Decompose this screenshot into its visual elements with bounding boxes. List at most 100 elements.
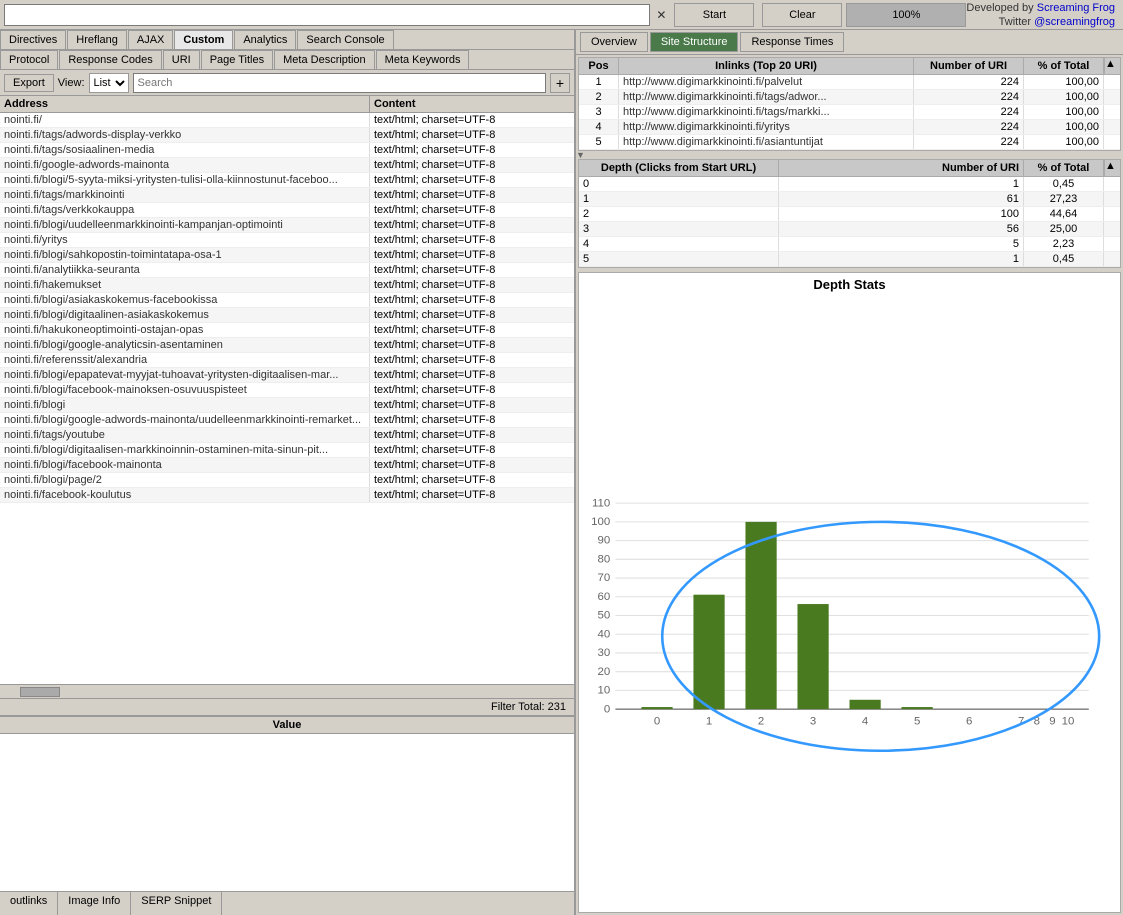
table-row[interactable]: nointi.fi/blogi/asiakaskokemus-facebooki… xyxy=(0,293,574,308)
table-row[interactable]: nointi.fi/hakemuksettext/html; charset=U… xyxy=(0,278,574,293)
clear-button[interactable]: Clear xyxy=(762,3,842,27)
table-row[interactable]: nointi.fi/blogi/sahkopostin-toimintatapa… xyxy=(0,248,574,263)
data-table: Address Content nointi.fi/text/html; cha… xyxy=(0,96,574,715)
cell-pct: 27,23 xyxy=(1024,192,1104,206)
tab-protocol[interactable]: Protocol xyxy=(0,50,58,69)
cell-address: nointi.fi/google-adwords-mainonta xyxy=(0,158,370,172)
table-row[interactable]: nointi.fi/blogitext/html; charset=UTF-8 xyxy=(0,398,574,413)
table-row[interactable]: nointi.fi/text/html; charset=UTF-8 xyxy=(0,113,574,128)
cell-content: text/html; charset=UTF-8 xyxy=(370,128,574,142)
depth-row[interactable]: 1 61 27,23 xyxy=(579,192,1120,207)
depth-col-pct: % of Total xyxy=(1024,160,1104,176)
depth-row[interactable]: 5 1 0,45 xyxy=(579,252,1120,267)
inlinks-row[interactable]: 5 http://www.digimarkkinointi.fi/asiantu… xyxy=(579,135,1120,150)
bottom-tab-image-info[interactable]: Image Info xyxy=(58,892,131,915)
table-row[interactable]: nointi.fi/tags/markkinointitext/html; ch… xyxy=(0,188,574,203)
cell-num: 61 xyxy=(779,192,1024,206)
table-row[interactable]: nointi.fi/analytiikka-seurantatext/html;… xyxy=(0,263,574,278)
table-row[interactable]: nointi.fi/blogi/facebook-mainontatext/ht… xyxy=(0,458,574,473)
table-row[interactable]: nointi.fi/blogi/epapatevat-myyjat-tuhoav… xyxy=(0,368,574,383)
tab-page-titles[interactable]: Page Titles xyxy=(201,50,273,69)
table-row[interactable]: nointi.fi/tags/verkkokauppatext/html; ch… xyxy=(0,203,574,218)
inlinks-row[interactable]: 1 http://www.digimarkkinointi.fi/palvelu… xyxy=(579,75,1120,90)
tab-analytics[interactable]: Analytics xyxy=(234,30,296,49)
depth-row[interactable]: 4 5 2,23 xyxy=(579,237,1120,252)
cell-pad xyxy=(1104,90,1120,104)
depth-row[interactable]: 2 100 44,64 xyxy=(579,207,1120,222)
cell-pad xyxy=(1104,207,1120,221)
table-row[interactable]: nointi.fi/blogi/digitaalisen-markkinoinn… xyxy=(0,443,574,458)
svg-text:9: 9 xyxy=(1049,716,1055,728)
table-row[interactable]: nointi.fi/blogi/digitaalinen-asiakaskoke… xyxy=(0,308,574,323)
tab-search-console[interactable]: Search Console xyxy=(297,30,393,49)
horizontal-scrollbar[interactable] xyxy=(0,684,574,698)
table-row[interactable]: nointi.fi/blogi/google-analyticsin-asent… xyxy=(0,338,574,353)
bottom-tab-outlinks[interactable]: outlinks xyxy=(0,892,58,915)
cell-pct: 100,00 xyxy=(1024,90,1104,104)
depth-row[interactable]: 3 56 25,00 xyxy=(579,222,1120,237)
inlinks-table-header: Pos Inlinks (Top 20 URI) Number of URI %… xyxy=(579,58,1120,75)
inlinks-row[interactable]: 4 http://www.digimarkkinointi.fi/yritys … xyxy=(579,120,1120,135)
tab-hreflang[interactable]: Hreflang xyxy=(67,30,127,49)
cell-url: http://www.digimarkkinointi.fi/asiantunt… xyxy=(619,135,914,149)
tab-ajax[interactable]: AJAX xyxy=(128,30,174,49)
cell-url: http://www.digimarkkinointi.fi/tags/mark… xyxy=(619,105,914,119)
inlinks-body: 1 http://www.digimarkkinointi.fi/palvelu… xyxy=(579,75,1120,150)
scroll-thumb[interactable] xyxy=(20,687,60,697)
bottom-tab-serp-snippet[interactable]: SERP Snippet xyxy=(131,892,222,915)
dev-link[interactable]: Screaming Frog xyxy=(1037,2,1115,14)
cell-num: 5 xyxy=(779,237,1024,251)
inlinks-row[interactable]: 2 http://www.digimarkkinointi.fi/tags/ad… xyxy=(579,90,1120,105)
table-row[interactable]: nointi.fi/blogi/5-syyta-miksi-yritysten-… xyxy=(0,173,574,188)
tab-uri[interactable]: URI xyxy=(163,50,200,69)
tab-response-codes[interactable]: Response Codes xyxy=(59,50,161,69)
right-tab-site-structure[interactable]: Site Structure xyxy=(650,32,739,52)
depth-row[interactable]: 0 1 0,45 xyxy=(579,177,1120,192)
table-row[interactable]: nointi.fi/blogi/uudelleenmarkkinointi-ka… xyxy=(0,218,574,233)
table-row[interactable]: nointi.fi/facebook-koulutustext/html; ch… xyxy=(0,488,574,503)
twitter-link[interactable]: @screamingfrog xyxy=(1034,16,1115,28)
export-button[interactable]: Export xyxy=(4,74,54,92)
bar-4 xyxy=(850,700,881,709)
table-row[interactable]: nointi.fi/hakukoneoptimointi-ostajan-opa… xyxy=(0,323,574,338)
add-column-button[interactable]: + xyxy=(550,73,570,93)
table-row[interactable]: nointi.fi/tags/adwords-display-verkkotex… xyxy=(0,128,574,143)
table-row[interactable]: nointi.fi/blogi/page/2text/html; charset… xyxy=(0,473,574,488)
url-clear-button[interactable]: ✕ xyxy=(652,6,670,24)
table-row[interactable]: nointi.fi/tags/sosiaalinen-mediatext/htm… xyxy=(0,143,574,158)
table-row[interactable]: nointi.fi/yritystext/html; charset=UTF-8 xyxy=(0,233,574,248)
cell-url: http://www.digimarkkinointi.fi/tags/adwo… xyxy=(619,90,914,104)
start-button[interactable]: Start xyxy=(674,3,754,27)
search-input[interactable] xyxy=(133,73,547,93)
cell-address: nointi.fi/blogi/facebook-mainoksen-osuvu… xyxy=(0,383,370,397)
svg-text:30: 30 xyxy=(597,647,610,659)
cell-depth: 3 xyxy=(579,222,779,236)
tab-meta-description[interactable]: Meta Description xyxy=(274,50,375,69)
right-tab-response-times[interactable]: Response Times xyxy=(740,32,844,52)
tab-meta-keywords[interactable]: Meta Keywords xyxy=(376,50,470,69)
col-content-header: Content xyxy=(370,96,574,112)
table-row[interactable]: nointi.fi/referenssit/alexandriatext/htm… xyxy=(0,353,574,368)
cell-content: text/html; charset=UTF-8 xyxy=(370,158,574,172)
right-tab-overview[interactable]: Overview xyxy=(580,32,648,52)
depth-scroll[interactable]: ▲ xyxy=(1104,160,1120,176)
inlinks-row[interactable]: 3 http://www.digimarkkinointi.fi/tags/ma… xyxy=(579,105,1120,120)
bottom-value-header: Value xyxy=(0,717,574,734)
table-row[interactable]: nointi.fi/tags/youtubetext/html; charset… xyxy=(0,428,574,443)
table-row[interactable]: nointi.fi/blogi/google-adwords-mainonta/… xyxy=(0,413,574,428)
view-select[interactable]: List xyxy=(89,73,129,93)
bottom-panel: Value outlinks Image Info SERP Snippet xyxy=(0,715,574,915)
svg-text:6: 6 xyxy=(966,716,972,728)
cell-address: nointi.fi/blogi/google-analyticsin-asent… xyxy=(0,338,370,352)
depth-table-header: Depth (Clicks from Start URL) Number of … xyxy=(579,160,1120,177)
table-row[interactable]: nointi.fi/google-adwords-mainontatext/ht… xyxy=(0,158,574,173)
table-row[interactable]: nointi.fi/blogi/facebook-mainoksen-osuvu… xyxy=(0,383,574,398)
tab-directives[interactable]: Directives xyxy=(0,30,66,49)
cell-pct: 100,00 xyxy=(1024,135,1104,149)
right-panel: Overview Site Structure Response Times P… xyxy=(576,30,1123,915)
tab-custom[interactable]: Custom xyxy=(174,30,233,49)
cell-pad xyxy=(1104,177,1120,191)
inlinks-scroll[interactable]: ▲ xyxy=(1104,58,1120,74)
url-input[interactable]: www.digimarkkinointi.fi xyxy=(4,4,650,26)
cell-address: nointi.fi/tags/sosiaalinen-media xyxy=(0,143,370,157)
